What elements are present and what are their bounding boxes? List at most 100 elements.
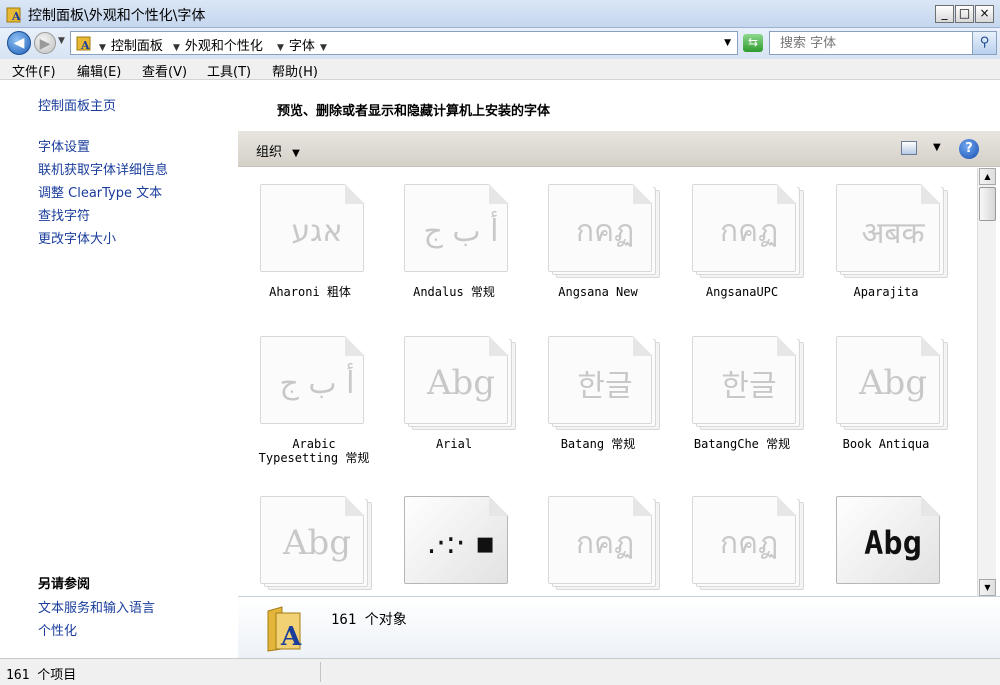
search-box[interactable]: ⚲ [769,31,997,55]
font-name: AngsanaUPC [705,285,779,299]
font-name: Book Antiqua [842,437,930,451]
address-row: ◀ ▶ ▼ A ▼控制面板 ▼外观和个性化 ▼字体▼ ▼ ⇆ ⚲ [0,28,1000,59]
item-count: 161 个项目 [6,668,77,683]
font-file-icon: अबक [836,184,948,278]
vertical-scrollbar[interactable]: ▲ ▼ [977,168,996,596]
personalization-link[interactable]: 个性化 [38,620,77,639]
font-item[interactable]: 한글 Batang 常规 [526,320,670,470]
fonts-folder-icon: A [267,606,302,652]
font-name: Arial [435,437,473,451]
font-file-icon: אגע [260,184,372,276]
font-name: Aparajita [853,285,919,299]
text-services-link[interactable]: 文本服务和输入语言 [38,597,155,616]
chevron-down-icon: ▼ [319,43,327,53]
history-dropdown-icon[interactable]: ▼ [58,36,65,46]
address-dropdown-icon[interactable]: ▼ [724,38,731,48]
object-count: 161 个对象 [331,612,407,628]
font-sample: Abg [858,363,928,403]
menu-help[interactable]: 帮助(H) [272,61,318,80]
font-item[interactable]: กคฏBrowallia New [526,480,670,596]
refresh-button[interactable]: ⇆ [743,34,763,52]
menu-edit[interactable]: 编辑(E) [77,61,121,80]
breadcrumb-item[interactable]: ▼ 控制面板 [99,35,163,54]
font-file-icon: 한글 [692,336,804,430]
font-item[interactable]: .·:· ▪Bookshelf [382,480,526,596]
breadcrumb-item[interactable]: ▼ 字体 ▼ [277,35,332,54]
fonts-folder-icon: A [6,7,21,23]
search-button[interactable]: ⚲ [972,32,996,54]
chevron-down-icon: ▼ [292,148,300,159]
font-file-icon: Abg [836,336,948,430]
title-bar: A 控制面板\外观和个性化\字体 _ □ × [0,0,1000,28]
breadcrumb-item[interactable]: ▼ 外观和个性化 [173,35,263,54]
forward-button[interactable]: ▶ [34,32,56,54]
back-button[interactable]: ◀ [7,31,31,55]
font-sample: 한글 [721,369,777,404]
font-item[interactable]: 한글 BatangChe 常规 [670,320,814,470]
font-item[interactable]: AbgBuxton Sketch [814,480,958,596]
font-file-icon: Abg [836,496,948,588]
view-dropdown-icon[interactable]: ▼ [933,142,941,153]
font-item[interactable]: أ ب ج Andalus 常规 [382,168,526,318]
address-bar[interactable]: A ▼ 控制面板 ▼ 外观和个性化 ▼ 字体 ▼ ▼ [70,31,738,55]
search-input[interactable] [780,34,970,52]
font-name: Batang 常规 [560,437,636,451]
font-item[interactable]: Abg Arial [382,320,526,470]
font-name: Aharoni 粗体 [269,285,351,299]
font-sample: Abg [864,524,922,562]
font-name: BatangChe 常规 [693,437,791,451]
font-item[interactable]: กคฏBrowalliaUPC [670,480,814,596]
search-icon: ⚲ [979,35,990,50]
font-sample: Abg [282,523,352,563]
font-file-icon: กคฏ [548,496,660,590]
minimize-button[interactable]: _ [935,5,954,23]
font-item[interactable]: กคฏ Angsana New [526,168,670,318]
change-font-size-link[interactable]: 更改字体大小 [38,228,116,247]
details-pane: A 161 个对象 [238,596,1000,658]
view-icon[interactable] [901,141,917,155]
control-panel-home-link[interactable]: 控制面板主页 [38,95,116,114]
font-item[interactable]: أ ب ج Arabic Typesetting 常规 [238,320,382,470]
arrow-left-icon: ◀ [13,35,25,51]
menu-file[interactable]: 文件(F) [12,61,56,80]
font-file-icon: กคฏ [692,496,804,590]
font-settings-link[interactable]: 字体设置 [38,136,90,155]
font-sample: กคฏ [575,213,635,249]
font-name: Andalus 常规 [413,285,495,299]
font-file-icon: Abg [404,336,516,430]
arrow-right-icon: ▶ [39,36,51,52]
font-item[interactable]: กคฏ AngsanaUPC [670,168,814,318]
organize-button[interactable]: 组织 ▼ [256,141,300,160]
font-sample: Abg [426,363,496,403]
command-bar: 组织 ▼ ▼ ? [238,131,1000,167]
font-name: Arabic Typesetting 常规 [258,437,370,465]
font-sample: 한글 [577,369,633,404]
menu-bar: 文件(F) 编辑(E) 查看(V) 工具(T) 帮助(H) [0,59,1000,80]
scroll-thumb[interactable] [979,187,996,221]
font-sample: กคฏ [719,525,779,561]
font-file-icon: 한글 [548,336,660,430]
maximize-button[interactable]: □ [955,5,974,23]
font-sample: .·:· ▪ [426,525,496,561]
menu-tools[interactable]: 工具(T) [207,61,251,80]
see-also-heading: 另请参阅 [38,577,91,592]
font-item[interactable]: Abg Book Antiqua [814,320,958,470]
font-file-icon: กคฏ [692,184,804,278]
close-button[interactable]: × [975,5,994,23]
menu-view[interactable]: 查看(V) [142,61,187,80]
font-item[interactable]: अबक Aparajita [814,168,958,318]
online-font-info-link[interactable]: 联机获取字体详细信息 [38,159,168,178]
scroll-down-icon[interactable]: ▼ [979,579,996,596]
chevron-down-icon: ▼ [277,43,284,53]
font-grid: אגע Aharoni 粗体 أ ب ج Andalus 常规 กคฏ Angsana N… [238,168,977,596]
help-button[interactable]: ? [959,139,979,159]
font-sample: กคฏ [719,213,779,249]
font-item[interactable]: AbgBookman Old [238,480,382,596]
cleartype-link[interactable]: 调整 ClearType 文本 [38,182,162,201]
fonts-folder-icon: A [76,36,91,52]
font-name: Angsana New [558,285,638,299]
scroll-up-icon[interactable]: ▲ [979,168,996,185]
font-item[interactable]: אגע Aharoni 粗体 [238,168,382,318]
page-heading: 预览、删除或者显示和隐藏计算机上安装的字体 [277,104,551,119]
find-character-link[interactable]: 查找字符 [38,205,90,224]
